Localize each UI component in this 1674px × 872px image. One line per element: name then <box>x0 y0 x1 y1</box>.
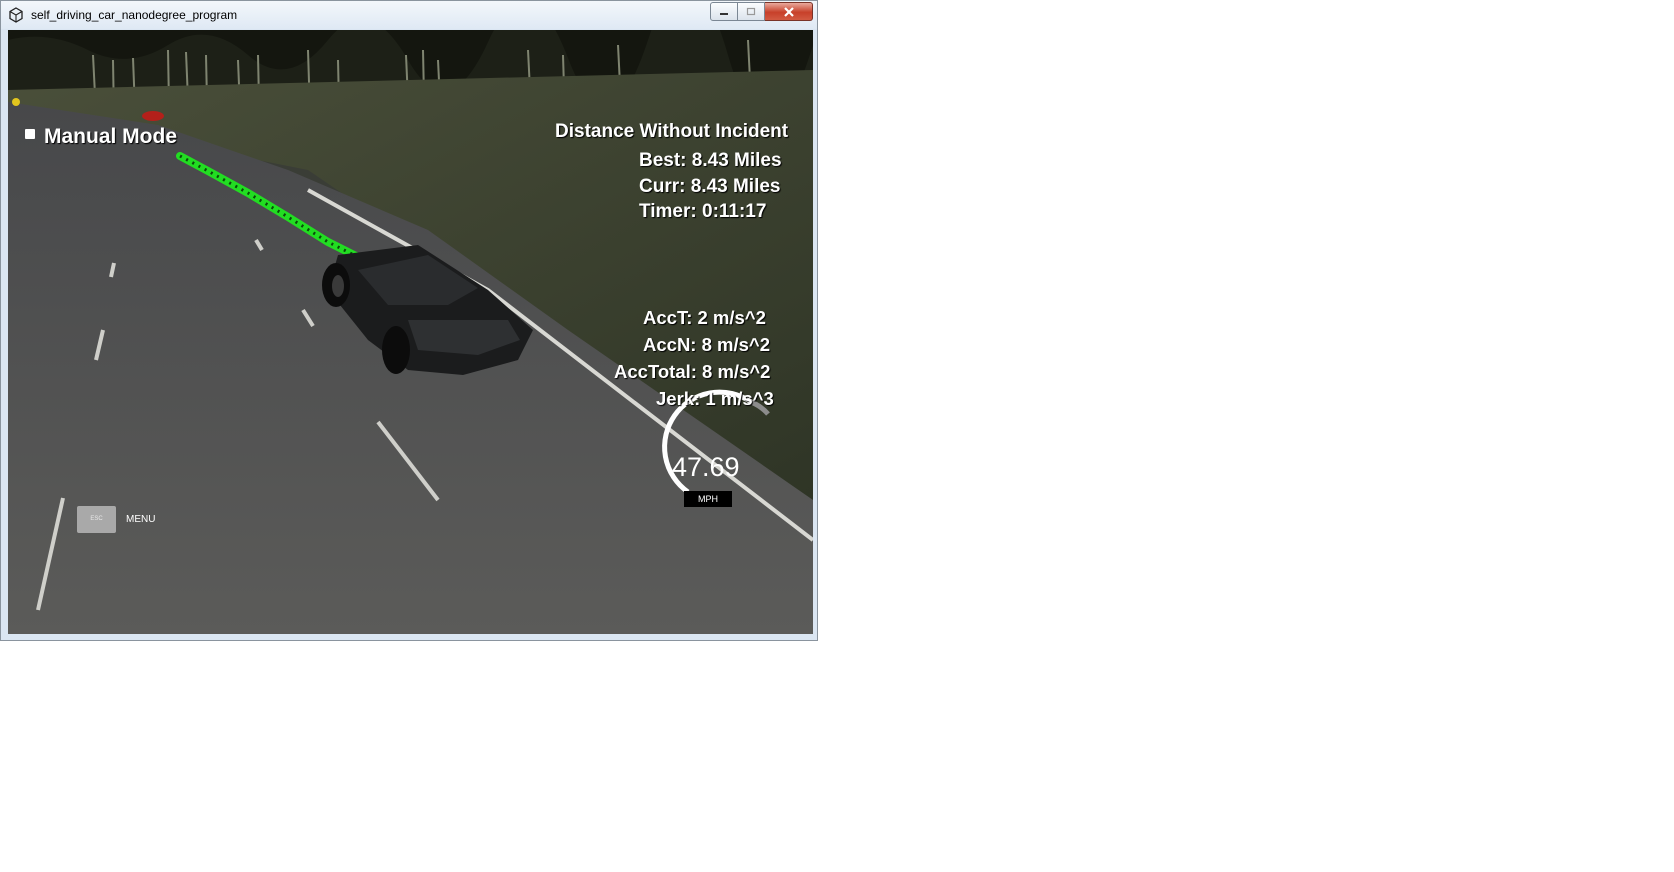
distance-title: Distance Without Incident <box>555 121 789 142</box>
menu-label[interactable]: MENU <box>126 514 155 525</box>
tangential-acceleration: AccT: 2 m/s^2 <box>643 307 766 328</box>
simulator-viewport[interactable]: Manual Mode Distance Without Incident Be… <box>8 30 813 634</box>
speed-value: 47.69 <box>672 452 740 482</box>
manual-mode-label[interactable]: Manual Mode <box>44 125 177 149</box>
minimize-button[interactable] <box>710 2 738 21</box>
normal-acceleration: AccN: 8 m/s^2 <box>643 334 770 355</box>
yellow-car-distant <box>12 98 20 106</box>
maximize-button[interactable] <box>738 2 765 21</box>
unity-icon <box>9 7 23 23</box>
window-controls <box>710 2 813 22</box>
speed-unit: MPH <box>684 491 732 507</box>
best-distance: Best: 8.43 Miles <box>639 150 782 171</box>
timer: Timer: 0:11:17 <box>639 201 767 222</box>
window-title: self_driving_car_nanodegree_program <box>31 8 238 22</box>
title-bar[interactable]: self_driving_car_nanodegree_program <box>1 1 817 29</box>
close-button[interactable] <box>765 2 813 21</box>
current-distance: Curr: 8.43 Miles <box>639 176 781 197</box>
total-acceleration: AccTotal: 8 m/s^2 <box>614 361 771 382</box>
jerk: Jerk: 1 m/s^3 <box>656 388 774 409</box>
esc-key-button[interactable]: ESC <box>77 506 116 533</box>
close-icon <box>783 6 794 17</box>
app-window: self_driving_car_nanodegree_program Manu… <box>0 0 818 641</box>
manual-mode-checkbox[interactable] <box>25 129 35 139</box>
maximize-icon <box>746 7 756 15</box>
red-car-distant <box>142 111 164 121</box>
minimize-icon <box>720 12 728 15</box>
